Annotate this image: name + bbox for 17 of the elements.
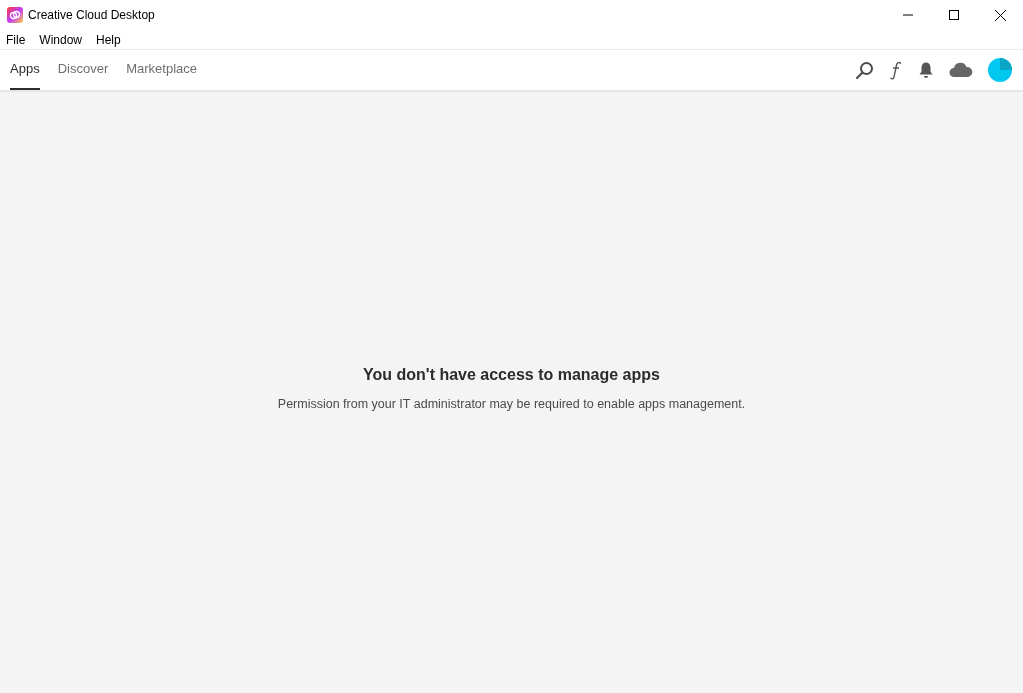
search-icon[interactable] <box>855 60 874 80</box>
message-title: You don't have access to manage apps <box>363 365 660 386</box>
tab[interactable]: Discover <box>57 50 109 90</box>
bell-icon[interactable] <box>918 61 934 79</box>
fonts-icon[interactable] <box>889 60 903 80</box>
tab[interactable]: Apps <box>10 50 40 90</box>
menu-item[interactable]: Window <box>39 30 83 49</box>
avatar-icon[interactable] <box>988 58 1012 82</box>
app-logo-icon <box>7 7 23 23</box>
menu-item[interactable]: Help <box>96 30 121 49</box>
tab[interactable]: Marketplace <box>126 50 198 90</box>
window-title: Creative Cloud Desktop <box>28 7 155 24</box>
maximize-icon <box>949 10 959 20</box>
cloud-icon[interactable] <box>949 62 973 78</box>
menu-item[interactable]: File <box>6 30 26 49</box>
close-icon <box>994 9 1006 21</box>
message-text: Permission from your IT administrator may be required to enable apps management. <box>277 396 746 414</box>
